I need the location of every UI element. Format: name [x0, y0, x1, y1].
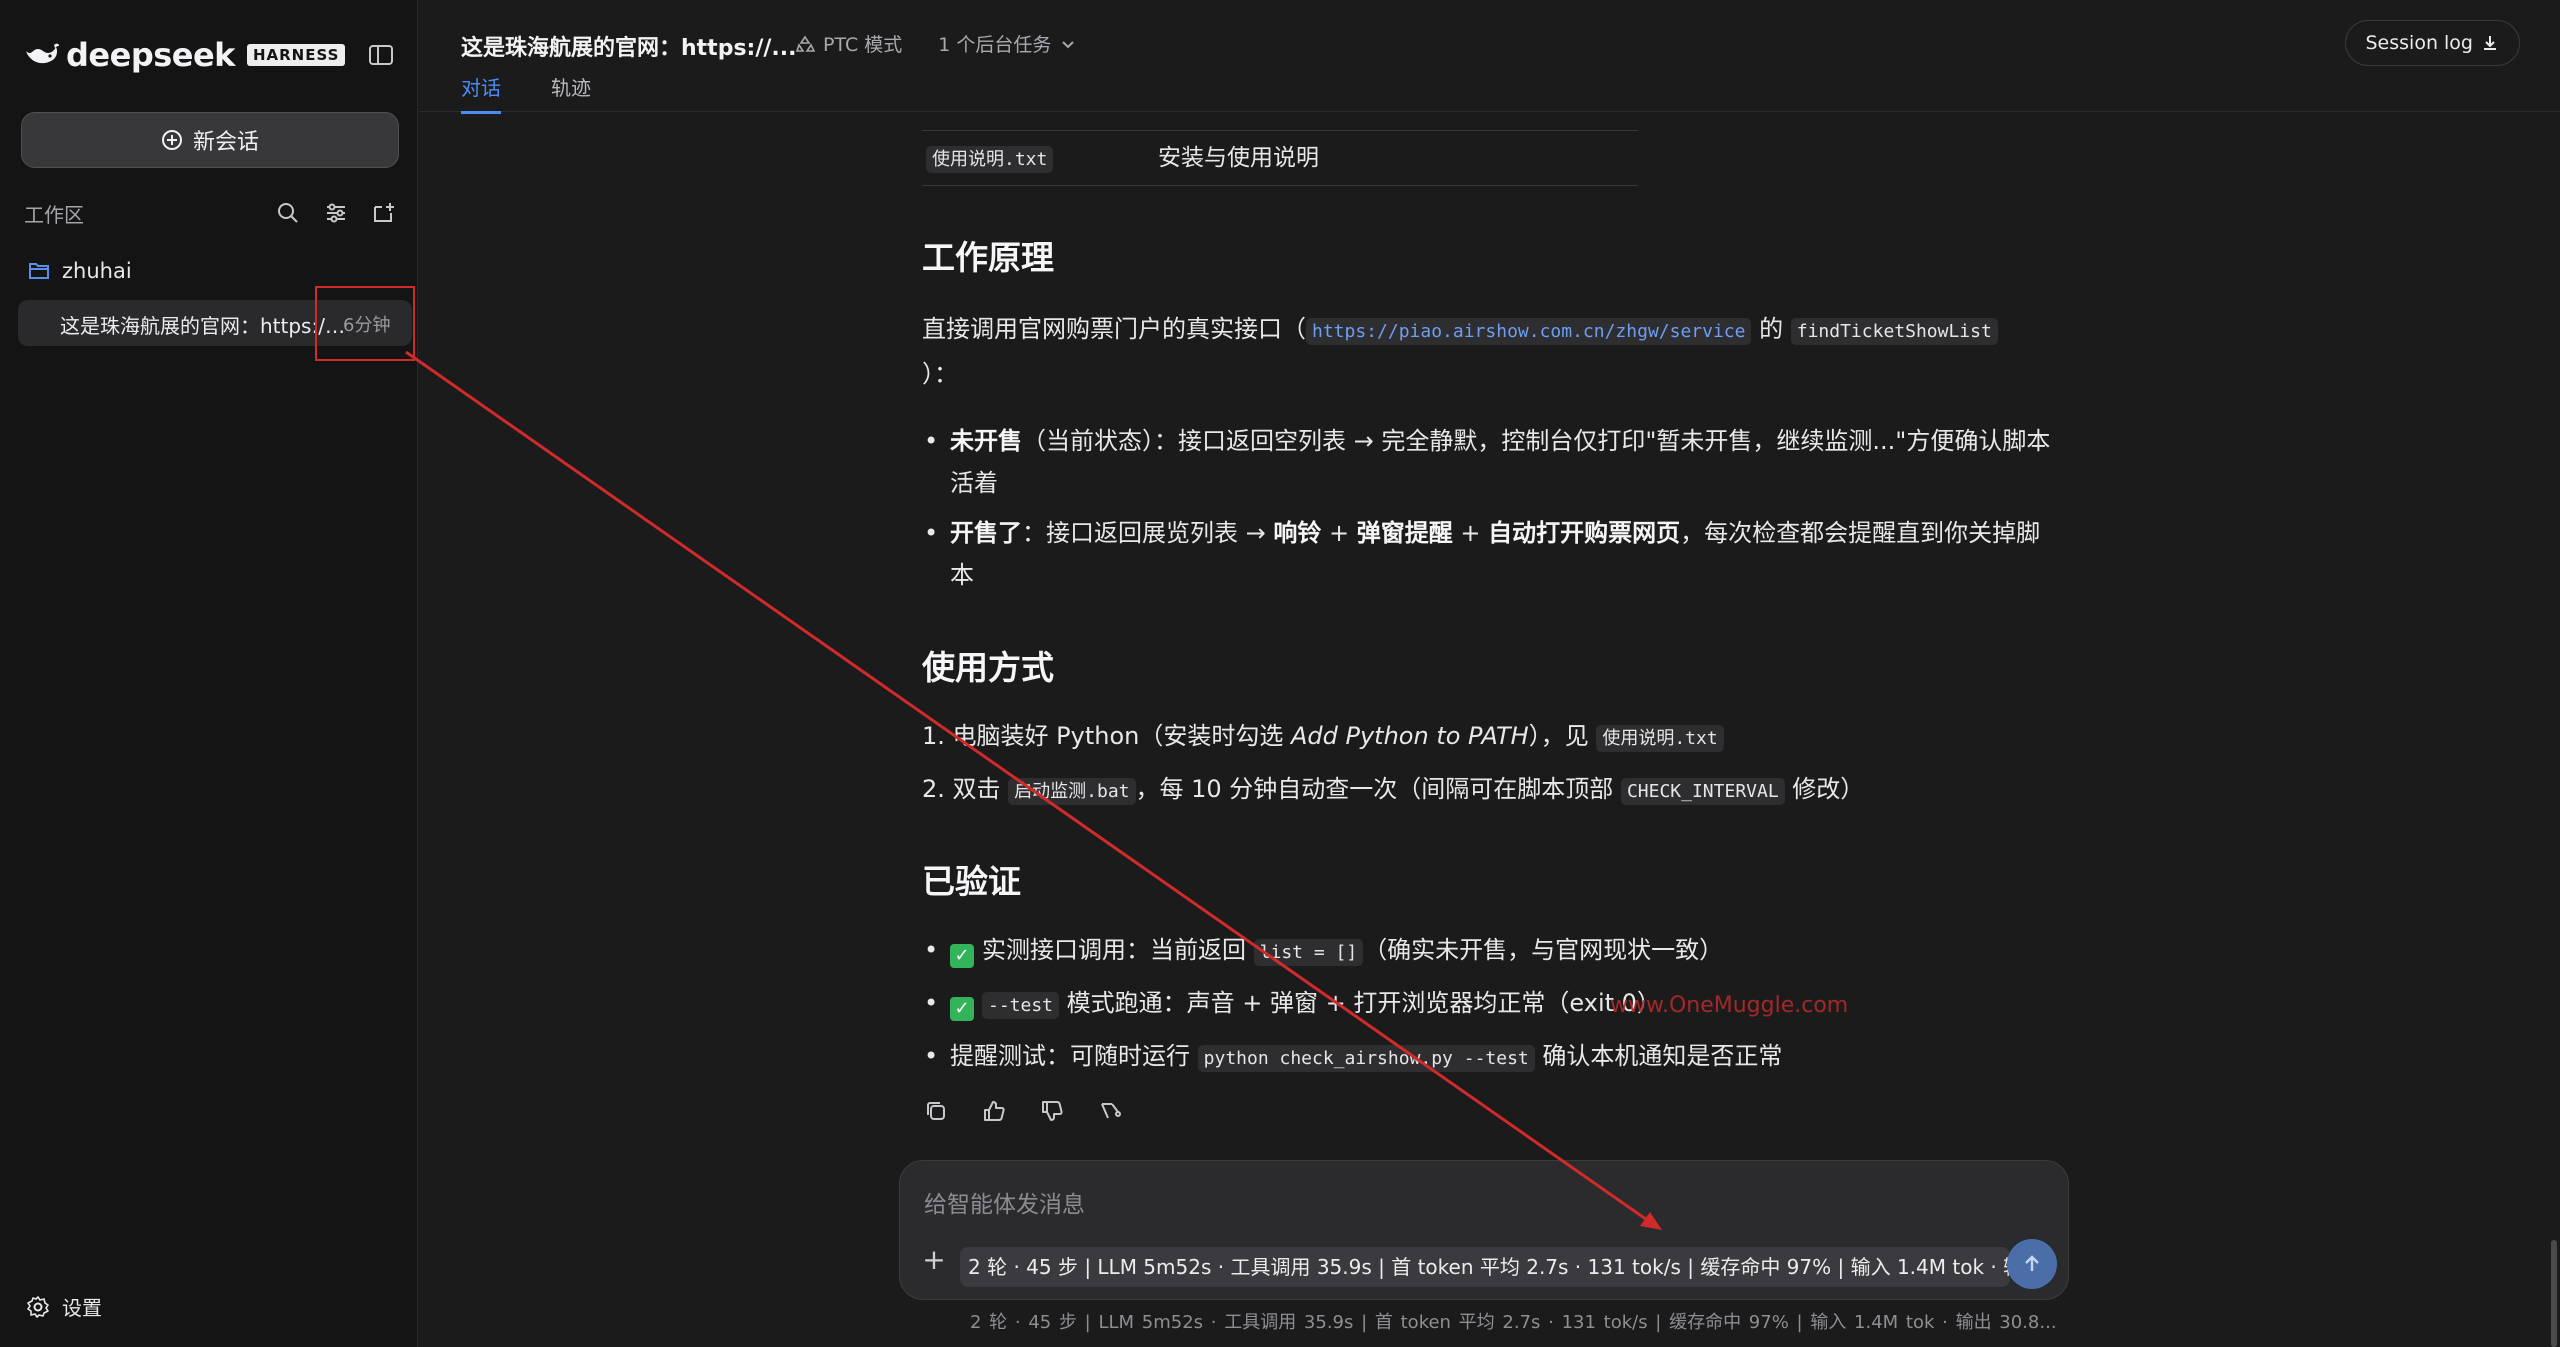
workspace-label: 工作区 [24, 202, 84, 227]
new-folder-icon[interactable] [370, 199, 398, 227]
arrow-up-icon [2025, 1255, 2039, 1271]
chat-history-title: 这是珠海航展的官网：https://piao.airshow.com.cn [60, 314, 350, 338]
sidebar-toggle-icon[interactable] [366, 40, 396, 70]
list-item: 提醒测试：可随时运行 python check_airshow.py --tes… [922, 1035, 2052, 1080]
download-icon [2484, 36, 2496, 50]
message-actions [922, 1097, 1124, 1125]
new-chat-button[interactable]: 新会话 [21, 112, 399, 168]
ptc-mode-label[interactable]: PTC 模式 [823, 30, 902, 57]
new-chat-label: 新会话 [192, 130, 259, 155]
branch-icon[interactable] [1096, 1097, 1124, 1125]
section-heading-verified: 已验证 [922, 862, 1021, 901]
list-item: 未开售（当前状态）：接口返回空列表 → 完全静默，控制台仅打印"暂未开售，继续监… [922, 420, 2052, 504]
folder-icon [29, 263, 49, 279]
footer-stats: 2 轮 · 45 步 | LLM 5m52s · 工具调用 35.9s | 首 … [970, 1312, 2057, 1333]
folder-name: zhuhai [62, 259, 132, 283]
usage-list: 1. 电脑装好 Python（安装时勾选 Add Python to PATH）… [922, 715, 2052, 821]
search-icon[interactable] [274, 199, 302, 227]
tab-conversation[interactable]: 对话 [461, 72, 501, 114]
gear-icon [27, 1295, 49, 1318]
list-item: 开售了：接口返回展览列表 → 响铃 + 弹窗提醒 + 自动打开购票网页，每次检查… [922, 512, 2052, 596]
run-stats-pill: 2 轮 · 45 步 | LLM 5m52s · 工具调用 35.9s | 首 … [960, 1247, 2010, 1287]
topbar: 这是珠海航展的官网：https://... PTC 模式 1 个后台任务 对话 … [419, 0, 2560, 114]
list-item: 1. 电脑装好 Python（安装时勾选 Add Python to PATH）… [922, 715, 2052, 760]
filter-sliders-icon[interactable] [322, 199, 350, 227]
settings-button[interactable]: 设置 [26, 1292, 102, 1321]
brand-logo[interactable]: deepseek HARNESS [24, 36, 346, 74]
section-heading-principle: 工作原理 [922, 238, 1054, 277]
recycle-icon [795, 35, 815, 52]
thumbs-down-icon[interactable] [1038, 1097, 1066, 1125]
tab-trajectory[interactable]: 轨迹 [551, 72, 591, 114]
plus-circle-icon [161, 130, 182, 150]
attach-plus-icon[interactable]: + [916, 1241, 952, 1277]
brand-tag: HARNESS [246, 44, 346, 66]
thumbs-up-icon[interactable] [980, 1097, 1008, 1125]
function-name: findTicketShowList [1790, 318, 1998, 345]
chevron-down-icon[interactable] [1059, 35, 1077, 53]
background-tasks-label[interactable]: 1 个后台任务 [938, 30, 1051, 57]
message-composer[interactable]: 给智能体发消息 + 2 轮 · 45 步 | LLM 5m52s · 工具调用 … [899, 1160, 2069, 1300]
workspace-header: 工作区 [24, 198, 398, 228]
copy-icon[interactable] [922, 1097, 950, 1125]
scrollbar-thumb[interactable] [2551, 1240, 2557, 1347]
file-description: 安装与使用说明 [1158, 145, 1319, 171]
verified-list: ✓实测接口调用：当前返回 list = []（确实未开售，与官网现状一致） ✓-… [922, 929, 2052, 1088]
settings-label: 设置 [62, 1296, 102, 1320]
checkmark-icon: ✓ [950, 997, 974, 1021]
file-name: 使用说明.txt [926, 145, 1054, 173]
principle-list: 未开售（当前状态）：接口返回空列表 → 完全静默，控制台仅打印"暂未开售，继续监… [922, 420, 2052, 604]
session-log-button[interactable]: Session log [2344, 20, 2520, 66]
section-heading-usage: 使用方式 [922, 648, 1054, 687]
view-tabs: 对话 轨迹 [461, 72, 591, 114]
api-url-link[interactable]: https://piao.airshow.com.cn/zhgw/service [1306, 318, 1752, 345]
file-table-row: 使用说明.txt 安装与使用说明 [922, 130, 1638, 186]
send-button[interactable] [2007, 1239, 2057, 1289]
annotation-highlight-box [315, 286, 415, 361]
list-item: ✓--test 模式跑通：声音 + 弹窗 + 打开浏览器均正常（exit 0） [922, 982, 2052, 1027]
whale-logo-icon [26, 43, 59, 64]
brand-name: deepseek [66, 36, 235, 74]
page-title: 这是珠海航展的官网：https://... [461, 36, 797, 61]
principle-intro: 直接调用官网购票门户的真实接口（ https://piao.airshow.com… [922, 308, 2052, 395]
watermark-text: www.OneMuggle.com [1610, 993, 1849, 1018]
session-log-label: Session log [2365, 32, 2474, 54]
checkmark-icon: ✓ [950, 944, 974, 968]
session-meta: PTC 模式 1 个后台任务 [795, 30, 1077, 57]
sidebar: deepseek HARNESS 新会话 工作区 zhuhai 这是珠海航展的官… [0, 0, 418, 1347]
composer-placeholder[interactable]: 给智能体发消息 [924, 1185, 1085, 1219]
workspace-folder[interactable]: zhuhai [28, 256, 132, 286]
list-item: ✓实测接口调用：当前返回 list = []（确实未开售，与官网现状一致） [922, 929, 2052, 974]
list-item: 2. 双击 启动监测.bat ，每 10 分钟自动查一次（间隔可在脚本顶部 CHE… [922, 775, 1865, 805]
